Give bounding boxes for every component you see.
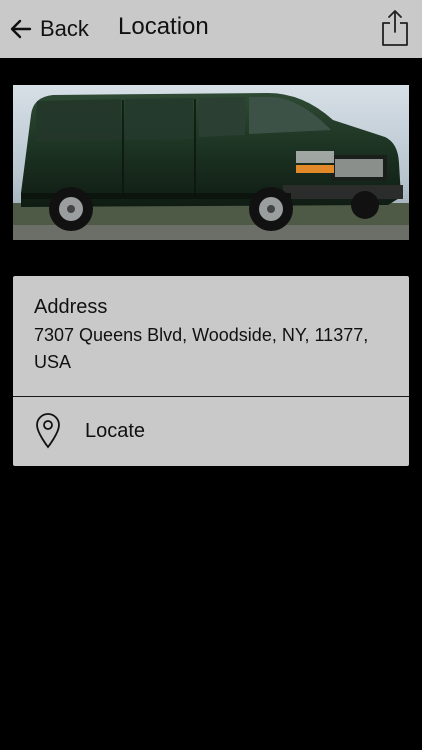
back-button[interactable]: Back [8, 10, 89, 48]
address-text: 7307 Queens Blvd, Woodside, NY, 11377, U… [34, 325, 369, 372]
locate-label: Locate [85, 420, 146, 442]
vehicle-photo [13, 85, 409, 240]
locate-button[interactable]: Locate [13, 397, 409, 466]
arrow-left-icon [10, 19, 32, 39]
page-title: Location [118, 13, 209, 40]
map-pin-icon [36, 413, 60, 449]
address-card: Address 7307 Queens Blvd, Woodside, NY, … [13, 276, 409, 466]
navigation-bar: Back Location [0, 0, 422, 58]
back-label: Back [40, 16, 89, 41]
share-icon[interactable] [380, 8, 410, 48]
van-image [13, 85, 409, 240]
address-section: Address 7307 Queens Blvd, Woodside, NY, … [13, 276, 409, 397]
address-heading: Address [34, 296, 108, 318]
